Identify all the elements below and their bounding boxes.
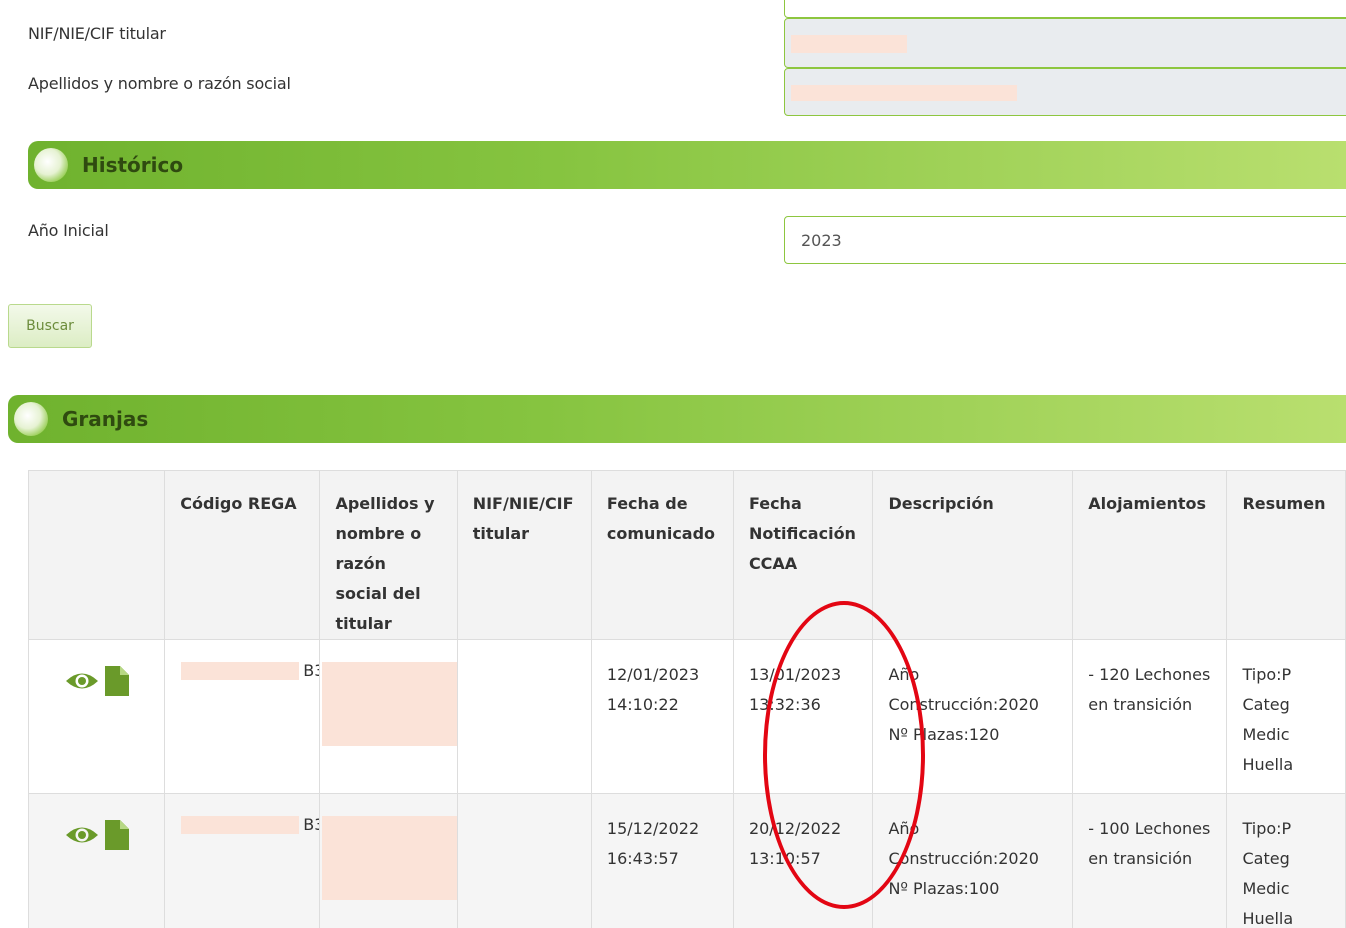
year-value: 2023 xyxy=(801,231,842,250)
cell-titular-name xyxy=(319,793,458,928)
cell-nif xyxy=(456,793,592,928)
document-icon[interactable] xyxy=(104,820,129,860)
historico-title: Histórico xyxy=(82,153,184,177)
redacted-nif xyxy=(791,35,907,53)
granjas-section-header: Granjas xyxy=(8,395,1346,443)
redacted-rega xyxy=(181,662,300,680)
leaf-icon xyxy=(34,148,68,182)
descripcion-year: Año Construcción:2020 xyxy=(888,665,1039,714)
cell-codigo-rega: B3 xyxy=(164,793,321,928)
name-label: Apellidos y nombre o razón social xyxy=(28,74,291,93)
eye-icon[interactable] xyxy=(65,824,99,856)
leaf-icon xyxy=(14,402,48,436)
cell-alojamientos: - 100 Lechones en transición xyxy=(1072,793,1228,928)
cell-fecha-notificacion: 13/01/2023 13:32:36 xyxy=(732,639,874,794)
redacted-name xyxy=(791,85,1017,101)
header-titular-name: Apellidos y nombre o razón social del ti… xyxy=(319,470,458,640)
row-actions xyxy=(27,639,166,794)
header-resumen: Resumen xyxy=(1226,470,1346,640)
eye-icon[interactable] xyxy=(65,670,99,702)
redacted-titular xyxy=(322,816,457,900)
cell-nif xyxy=(456,639,592,794)
year-label: Año Inicial xyxy=(28,221,109,240)
name-field[interactable] xyxy=(784,68,1346,116)
cell-descripcion: Año Construcción:2020 Nº Plazas:100 xyxy=(872,793,1074,928)
document-icon[interactable] xyxy=(104,666,129,706)
nif-label: NIF/NIE/CIF titular xyxy=(28,24,166,43)
header-fecha-comunicado: Fecha de comunicado xyxy=(590,470,734,640)
header-actions xyxy=(27,470,166,640)
cell-descripcion: Año Construcción:2020 Nº Plazas:120 xyxy=(872,639,1074,794)
cell-codigo-rega: B3 xyxy=(164,639,321,794)
search-button[interactable]: Buscar xyxy=(8,304,92,348)
header-alojamientos: Alojamientos xyxy=(1072,470,1228,640)
cell-fecha-notificacion: 20/12/2022 13:10:57 xyxy=(732,793,874,928)
nif-field[interactable] xyxy=(784,18,1346,68)
previous-field-input[interactable] xyxy=(784,0,1346,18)
cell-resumen: Tipo:P Categ Medic Huella xyxy=(1226,793,1346,928)
cell-fecha-comunicado: 12/01/2023 14:10:22 xyxy=(590,639,734,794)
redacted-rega xyxy=(181,816,300,834)
header-descripcion: Descripción xyxy=(872,470,1074,640)
granjas-table: Código REGA Apellidos y nombre o razón s… xyxy=(27,470,1346,928)
cell-alojamientos: - 120 Lechones en transición xyxy=(1072,639,1228,794)
descripcion-year: Año Construcción:2020 xyxy=(888,819,1039,868)
rega-suffix: B3 xyxy=(303,661,319,680)
granjas-title: Granjas xyxy=(62,407,149,431)
table-row: B3 15/12/2022 16:43:57 20/12/2022 13:10:… xyxy=(27,793,1346,928)
cell-titular-name xyxy=(319,639,458,794)
rega-suffix: B3 xyxy=(303,815,319,834)
page: NIF/NIE/CIF titular Apellidos y nombre o… xyxy=(0,0,1346,928)
table-header-row: Código REGA Apellidos y nombre o razón s… xyxy=(27,470,1346,640)
header-codigo-rega: Código REGA xyxy=(164,470,321,640)
row-actions xyxy=(27,793,166,928)
descripcion-plazas: Nº Plazas:100 xyxy=(888,879,1000,898)
cell-fecha-comunicado: 15/12/2022 16:43:57 xyxy=(590,793,734,928)
header-nif: NIF/NIE/CIF titular xyxy=(456,470,592,640)
descripcion-plazas: Nº Plazas:120 xyxy=(888,725,1000,744)
historico-section-header: Histórico xyxy=(28,141,1346,189)
header-fecha-notificacion: Fecha Notificación CCAA xyxy=(732,470,874,640)
redacted-titular xyxy=(322,662,457,746)
table-row: B3 12/01/2023 14:10:22 13/01/2023 13:32:… xyxy=(27,639,1346,794)
year-input[interactable]: 2023 xyxy=(784,216,1346,264)
cell-resumen: Tipo:P Categ Medic Huella xyxy=(1226,639,1346,794)
